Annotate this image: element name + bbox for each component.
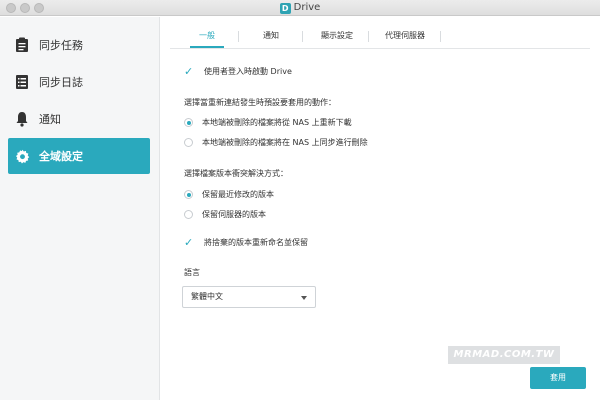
drive-logo-icon: D [279, 3, 291, 14]
window-title: D Drive [0, 1, 600, 15]
checkbox-label: 使用者登入時啟動 Drive [204, 67, 292, 76]
sidebar-item-sync-tasks[interactable]: 同步任務 [8, 27, 150, 63]
sidebar-item-notifications[interactable]: 通知 [8, 101, 150, 137]
app-name: Drive [293, 2, 321, 13]
tab-divider [238, 31, 239, 42]
radio-selected-icon [184, 118, 193, 127]
delete-action-title: 選擇當重新連結發生時預設要套用的動作： [184, 98, 336, 107]
sidebar-item-label: 全域設定 [39, 150, 83, 163]
tab-notifications[interactable]: 通知 [254, 25, 288, 48]
tab-divider [368, 31, 369, 42]
tab-divider [302, 31, 303, 42]
radio-label: 本地端被刪除的檔案將在 NAS 上同步進行刪除 [202, 138, 368, 147]
sidebar-item-global-settings[interactable]: 全域設定 [8, 138, 150, 174]
radio-keep-server-version[interactable]: 保留伺服器的版本 [184, 209, 266, 220]
sidebar-item-label: 通知 [39, 113, 61, 126]
gear-icon [14, 148, 30, 164]
radio-label: 本地端被刪除的檔案將從 NAS 上重新下載 [202, 118, 352, 127]
language-value: 繁體中文 [191, 292, 223, 301]
settings-tabs: 一般 通知 顯示設定 代理伺服器 [170, 25, 590, 49]
bell-icon [14, 111, 30, 127]
radio-label: 保留最近修改的版本 [202, 190, 274, 199]
language-select[interactable]: 繁體中文 [182, 286, 316, 308]
radio-keep-latest-modified[interactable]: 保留最近修改的版本 [184, 189, 274, 200]
sidebar-item-sync-log[interactable]: 同步日誌 [8, 64, 150, 100]
rename-discarded-checkbox[interactable]: ✓ 將捨棄的版本重新命名並保留 [184, 237, 308, 248]
tab-divider [440, 31, 441, 42]
title-bar: D Drive [0, 0, 600, 16]
checkmark-icon: ✓ [184, 235, 194, 249]
clipboard-icon [14, 37, 30, 53]
watermark: MRMAD.COM.TW [448, 346, 560, 364]
radio-sync-delete-on-nas[interactable]: 本地端被刪除的檔案將在 NAS 上同步進行刪除 [184, 137, 368, 148]
sidebar-item-label: 同步任務 [39, 39, 83, 52]
launch-on-login-checkbox[interactable]: ✓ 使用者登入時啟動 Drive [184, 66, 292, 77]
tab-display-settings[interactable]: 顯示設定 [312, 25, 362, 48]
checkmark-icon: ✓ [184, 64, 194, 78]
conflict-resolution-title: 選擇檔案版本衝突解決方式： [184, 169, 288, 178]
radio-selected-icon [184, 190, 193, 199]
sidebar: 同步任務 同步日誌 通知 全域設定 [0, 17, 160, 400]
checkbox-label: 將捨棄的版本重新命名並保留 [204, 238, 308, 247]
apply-button[interactable]: 套用 [530, 367, 586, 389]
sidebar-item-label: 同步日誌 [39, 76, 83, 89]
tab-general[interactable]: 一般 [190, 25, 224, 48]
tab-proxy-server[interactable]: 代理伺服器 [374, 25, 436, 48]
log-icon [14, 74, 30, 90]
radio-unselected-icon [184, 138, 193, 147]
radio-unselected-icon [184, 210, 193, 219]
chevron-down-icon [301, 296, 307, 300]
radio-label: 保留伺服器的版本 [202, 210, 266, 219]
language-label: 語言 [184, 268, 200, 277]
radio-redownload-from-nas[interactable]: 本地端被刪除的檔案將從 NAS 上重新下載 [184, 117, 352, 128]
